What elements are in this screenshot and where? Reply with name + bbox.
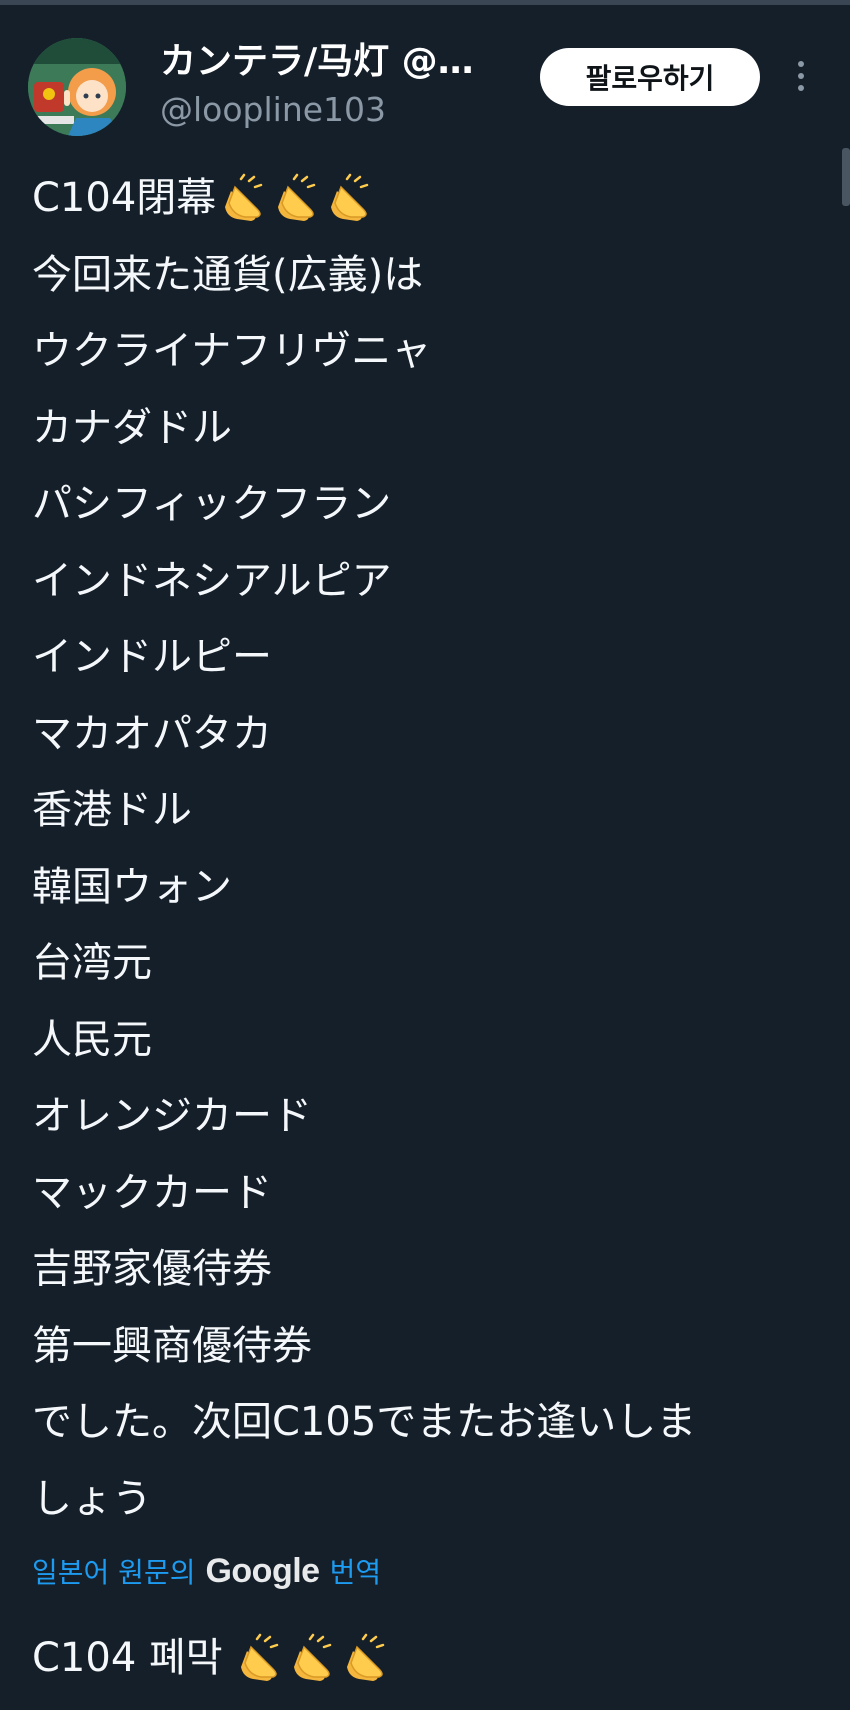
- more-dot: [798, 73, 804, 79]
- user-handle[interactable]: @loopline103: [160, 90, 386, 130]
- tweet-line: しょう: [32, 1475, 152, 1522]
- tweet-line: C104閉幕: [32, 160, 822, 237]
- tweet-detail-page: カンテラ/马灯 @… @loopline103 팔로우하기 C104閉幕 今回来…: [0, 0, 850, 1710]
- tweet-header: カンテラ/马灯 @… @loopline103 팔로우하기: [0, 0, 850, 140]
- avatar[interactable]: [28, 38, 126, 136]
- clapping-hands-icon: [346, 1634, 384, 1682]
- clapping-hands-icon: [331, 174, 369, 222]
- tweet-line: 香港ドル: [32, 787, 192, 833]
- tweet-line: インドネシアルピア: [32, 557, 392, 604]
- translate-suffix: 번역: [329, 1556, 382, 1589]
- translate-prefix: 일본어 원문의: [32, 1556, 196, 1589]
- more-dot: [798, 61, 804, 67]
- follow-button[interactable]: 팔로우하기: [540, 48, 760, 106]
- tweet-line: オレンジカード: [32, 1093, 312, 1139]
- tweet-line: 今回来た通貨(広義)は: [32, 251, 424, 298]
- clapping-hands-icon: [225, 174, 263, 222]
- tweet-line: 吉野家優待券: [32, 1246, 272, 1292]
- tweet-line: 人民元: [32, 1016, 152, 1063]
- tweet-line: マカオパタカ: [32, 710, 272, 757]
- tweet-line: パシフィックフラン: [32, 481, 392, 527]
- tweet-line: でした。次回C105でまたお逢いしま: [32, 1399, 697, 1445]
- tweet-line: ウクライナフリヴニャ: [32, 328, 432, 374]
- tweet-line-text: C104閉幕: [32, 175, 217, 221]
- tweet-line: 第一興商優待券: [32, 1322, 312, 1369]
- tweet-text: C104閉幕 今回来た通貨(広義)は ウクライナフリヴニャ カナダドル パシフィ…: [32, 160, 822, 1537]
- display-name[interactable]: カンテラ/马灯 @…: [160, 40, 500, 84]
- google-logo: Google: [205, 1551, 320, 1590]
- clapping-hands-icon: [293, 1634, 331, 1682]
- translated-by-google-link[interactable]: 일본어 원문의 Google 번역: [32, 1546, 381, 1596]
- tweet-line: 台湾元: [32, 940, 152, 986]
- translated-line-text: C104 폐막: [32, 1635, 223, 1681]
- translated-text: C104 폐막: [32, 1620, 822, 1697]
- tweet-line: 韓国ウォン: [32, 863, 232, 910]
- translated-line: C104 폐막: [32, 1620, 822, 1697]
- tweet-line: マックカード: [32, 1169, 272, 1216]
- avatar-image: [28, 38, 126, 136]
- clapping-hands-icon: [240, 1634, 278, 1682]
- scrollbar-thumb[interactable]: [842, 148, 850, 206]
- tweet-line: カナダドル: [32, 404, 232, 451]
- tweet-line: インドルピー: [32, 634, 272, 680]
- more-vertical-icon[interactable]: [786, 54, 816, 98]
- more-dot: [798, 85, 804, 91]
- clapping-hands-icon: [278, 174, 316, 222]
